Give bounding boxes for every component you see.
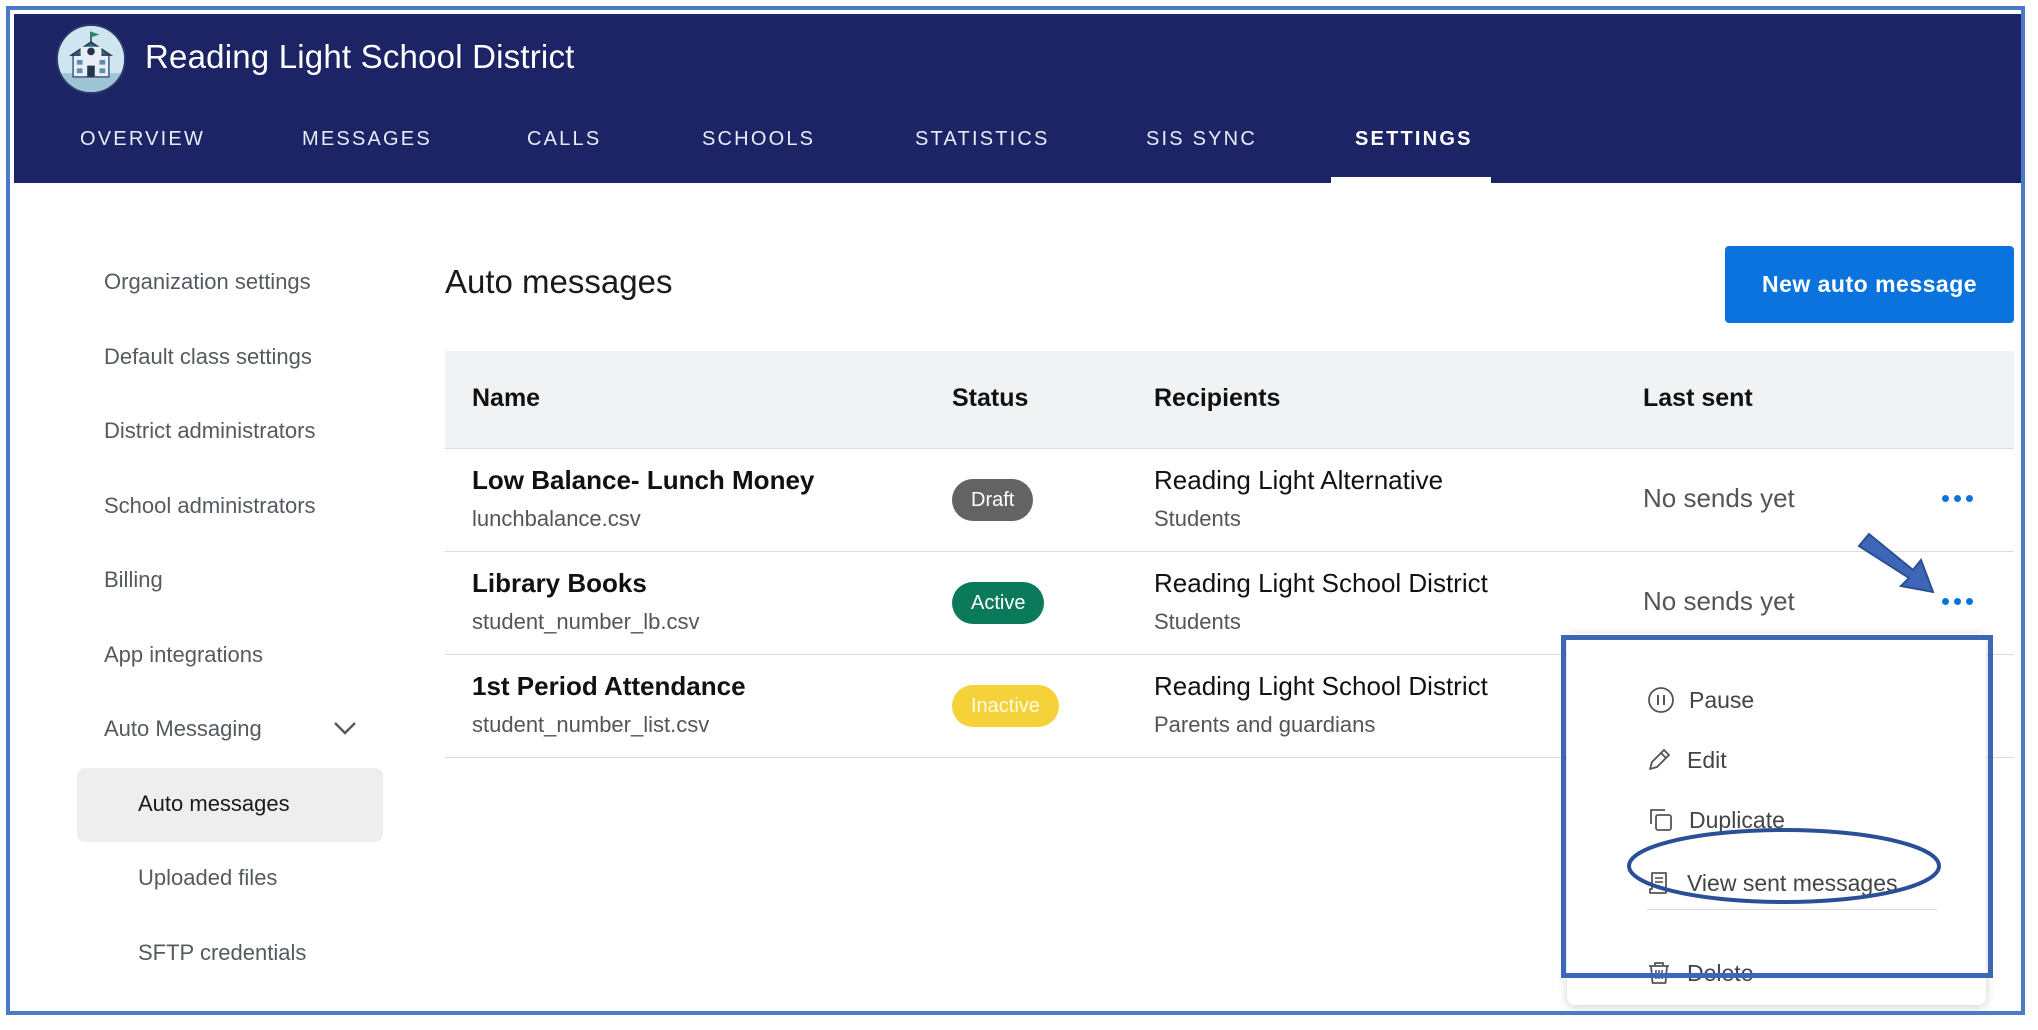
sidebar-subitem-auto-messages[interactable]: Auto messages bbox=[138, 791, 290, 817]
top-navigation: OVERVIEW MESSAGES CALLS SCHOOLS STATISTI… bbox=[14, 112, 2023, 183]
message-file: student_number_lb.csv bbox=[472, 609, 700, 634]
recipient-type: Students bbox=[1154, 609, 1241, 634]
menu-item-view-sent-messages[interactable]: View sent messages bbox=[1645, 863, 1898, 903]
tab-messages[interactable]: MESSAGES bbox=[302, 128, 432, 151]
menu-item-label: Pause bbox=[1689, 686, 1755, 713]
sidebar-subitem-sftp-credentials[interactable]: SFTP credentials bbox=[138, 940, 306, 966]
menu-divider bbox=[1647, 909, 1937, 910]
recipient-name: Reading Light Alternative bbox=[1154, 465, 1444, 495]
message-name[interactable]: Low Balance- Lunch Money bbox=[472, 465, 814, 496]
more-options-icon[interactable] bbox=[1936, 586, 1978, 616]
table-header: Name Status Recipients Last sent bbox=[445, 351, 2014, 449]
message-file: student_number_list.csv bbox=[472, 712, 710, 737]
tab-settings[interactable]: SETTINGS bbox=[1355, 128, 1473, 151]
sidebar-item-school-administrators[interactable]: School administrators bbox=[104, 493, 316, 519]
menu-item-label: View sent messages bbox=[1687, 869, 1898, 896]
menu-item-pause[interactable]: Pause bbox=[1647, 680, 1754, 720]
sidebar-item-billing[interactable]: Billing bbox=[104, 567, 163, 593]
active-tab-indicator bbox=[1331, 177, 1491, 183]
menu-item-label: Delete bbox=[1687, 959, 1754, 986]
message-name[interactable]: 1st Period Attendance bbox=[472, 671, 746, 702]
tab-sis-sync[interactable]: SIS SYNC bbox=[1146, 128, 1257, 151]
sidebar-subitem-uploaded-files[interactable]: Uploaded files bbox=[138, 865, 277, 891]
column-header-last-sent: Last sent bbox=[1643, 384, 1753, 412]
menu-item-edit[interactable]: Edit bbox=[1645, 740, 1727, 780]
pencil-icon bbox=[1649, 749, 1670, 770]
menu-item-label: Duplicate bbox=[1689, 806, 1785, 833]
table-row[interactable]: Low Balance- Lunch Money lunchbalance.cs… bbox=[445, 449, 2014, 552]
recipient-name: Reading Light School District bbox=[1154, 568, 1488, 598]
recipient-type: Students bbox=[1154, 506, 1241, 531]
menu-item-label: Edit bbox=[1687, 746, 1727, 773]
new-auto-message-button[interactable]: New auto message bbox=[1725, 246, 2014, 323]
status-badge: Draft bbox=[952, 479, 1034, 521]
pause-circle-icon bbox=[1648, 687, 1674, 713]
app-title: Reading Light School District bbox=[145, 38, 575, 75]
school-building-icon bbox=[58, 26, 124, 92]
tab-calls[interactable]: CALLS bbox=[527, 128, 601, 151]
last-sent: No sends yet bbox=[1643, 483, 1795, 513]
school-logo bbox=[56, 24, 126, 94]
sidebar-item-default-class-settings[interactable]: Default class settings bbox=[104, 344, 312, 370]
column-header-status: Status bbox=[952, 384, 1029, 412]
menu-item-delete[interactable]: Delete bbox=[1645, 953, 1753, 993]
sidebar-item-district-administrators[interactable]: District administrators bbox=[104, 418, 315, 444]
receipt-icon bbox=[1649, 872, 1667, 894]
message-file: lunchbalance.csv bbox=[472, 506, 641, 531]
last-sent: No sends yet bbox=[1643, 586, 1795, 616]
column-header-recipients: Recipients bbox=[1154, 384, 1281, 412]
tab-overview[interactable]: OVERVIEW bbox=[80, 128, 205, 151]
recipient-type: Parents and guardians bbox=[1154, 712, 1376, 737]
row-actions-menu: Pause Edit Duplicate View sent messages bbox=[1567, 633, 1986, 1005]
duplicate-icon bbox=[1650, 809, 1672, 831]
app-header: Reading Light School District OVERVIEW M… bbox=[14, 14, 2023, 183]
tab-statistics[interactable]: STATISTICS bbox=[915, 128, 1050, 151]
page-title: Auto messages bbox=[445, 263, 673, 300]
message-name[interactable]: Library Books bbox=[472, 568, 647, 599]
recipient-name: Reading Light School District bbox=[1154, 671, 1488, 701]
sidebar-item-app-integrations[interactable]: App integrations bbox=[104, 642, 263, 668]
chevron-down-icon[interactable] bbox=[332, 718, 358, 738]
status-badge: Active bbox=[952, 582, 1045, 624]
trash-icon bbox=[1649, 962, 1669, 984]
menu-item-duplicate[interactable]: Duplicate bbox=[1647, 800, 1785, 840]
status-badge: Inactive bbox=[952, 685, 1059, 727]
tab-schools[interactable]: SCHOOLS bbox=[702, 128, 815, 151]
sidebar-item-auto-messaging[interactable]: Auto Messaging bbox=[104, 716, 262, 742]
sidebar-item-organization-settings[interactable]: Organization settings bbox=[104, 269, 311, 295]
more-options-icon[interactable] bbox=[1936, 483, 1978, 513]
column-header-name: Name bbox=[472, 384, 541, 412]
